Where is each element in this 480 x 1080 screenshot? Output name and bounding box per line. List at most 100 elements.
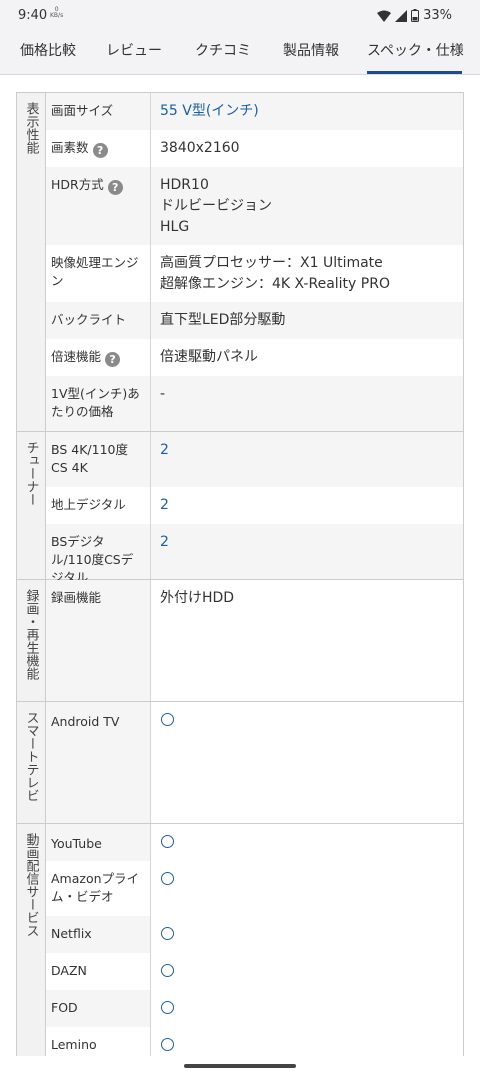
- spec-label: 1V型(インチ)あたりの価格: [46, 376, 151, 431]
- spec-row: DAZN: [46, 953, 463, 990]
- spec-row: 地上デジタル 2: [46, 487, 463, 524]
- spec-label: 地上デジタル: [46, 487, 151, 524]
- spec-value-hdr: HDR10 ドルビービジョン HLG: [151, 167, 463, 245]
- spec-value: -: [151, 376, 463, 431]
- spec-label-text: 倍速機能: [51, 349, 102, 364]
- home-gesture-bar[interactable]: [184, 1064, 296, 1068]
- spec-value-engine: 高画質プロセッサー：X1 Ultimate 超解像エンジン：4K X-Reali…: [151, 245, 463, 302]
- status-bar: 9:40 0 KB/s 33%: [0, 0, 480, 32]
- spec-row: 画面サイズ 55 V型(インチ): [46, 93, 463, 130]
- spec-row: 倍速機能? 倍速駆動パネル: [46, 339, 463, 376]
- spec-table: 表示性能 画面サイズ 55 V型(インチ) 画素数? 3840x2160 HDR…: [16, 92, 464, 1064]
- spec-label: FOD: [46, 990, 151, 1027]
- spec-value-line: HDR10: [160, 177, 209, 193]
- spec-label-hdr: HDR方式?: [46, 167, 151, 245]
- spec-group-record: 録画・再生機能 録画機能 外付けHDD: [17, 579, 463, 701]
- spec-label-text: 画素数: [51, 140, 89, 155]
- spec-value-line: 超解像エンジン：4K X-Reality PRO: [160, 276, 390, 292]
- group-label-smart-text: スマートテレビ: [23, 711, 39, 802]
- help-icon[interactable]: ?: [105, 352, 121, 367]
- spec-label: 録画機能: [46, 580, 151, 701]
- group-label-record-text: 録画・再生機能: [23, 589, 39, 680]
- group-label-streaming: 動画配信サービス: [17, 824, 46, 1064]
- spec-value-supported: [151, 916, 463, 953]
- spec-value-supported: [151, 702, 463, 823]
- spec-value-supported: [151, 824, 463, 861]
- spec-row: Amazonプライム・ビデオ: [46, 861, 463, 916]
- spec-row: 画素数? 3840x2160: [46, 130, 463, 167]
- spec-row: Android TV: [46, 702, 463, 823]
- spec-value-link[interactable]: 2: [151, 432, 463, 487]
- spec-value-screen-size[interactable]: 55 V型(インチ): [151, 93, 463, 130]
- group-label-record: 録画・再生機能: [17, 580, 46, 701]
- battery-icon: [411, 9, 420, 22]
- spec-label: Android TV: [46, 702, 151, 823]
- spec-label: バックライト: [46, 302, 151, 339]
- spec-label: BS 4K/110度CS 4K: [46, 432, 151, 487]
- spec-value-line: HLG: [160, 219, 190, 235]
- spec-row: BS 4K/110度CS 4K 2: [46, 432, 463, 487]
- spec-row: 1V型(インチ)あたりの価格 -: [46, 376, 463, 431]
- spec-value: 外付けHDD: [151, 580, 463, 701]
- group-label-display-text: 表示性能: [23, 102, 39, 154]
- tab-bar: 価格比較 レビュー クチコミ 製品情報 スペック・仕様: [0, 32, 480, 75]
- spec-value-line: 高画質プロセッサー：X1 Ultimate: [160, 255, 383, 271]
- help-icon[interactable]: ?: [107, 180, 123, 195]
- nav-bar-background: [0, 1056, 480, 1080]
- spec-group-smart: スマートテレビ Android TV: [17, 701, 463, 823]
- status-time: 9:40: [18, 8, 48, 23]
- supported-circle-icon: [161, 835, 174, 848]
- tab-price-compare[interactable]: 価格比較: [20, 32, 76, 74]
- spec-value-supported: [151, 861, 463, 916]
- spec-label: Netflix: [46, 916, 151, 953]
- network-speed-unit: KB/s: [50, 12, 64, 19]
- supported-circle-icon: [161, 1038, 174, 1051]
- spec-value-supported: [151, 953, 463, 990]
- spec-row: BSデジタル/110度CSデジタル 2: [46, 524, 463, 585]
- network-speed: 0 KB/s: [50, 7, 63, 19]
- spec-value: 3840x2160: [151, 130, 463, 167]
- spec-value: 直下型LED部分駆動: [151, 302, 463, 339]
- supported-circle-icon: [161, 713, 174, 726]
- status-icons: 33%: [377, 8, 452, 23]
- group-label-display: 表示性能: [17, 93, 46, 431]
- spec-label: 画面サイズ: [46, 93, 151, 130]
- spec-value-link[interactable]: 2: [151, 524, 463, 579]
- spec-label: 映像処理エンジン: [46, 245, 151, 302]
- help-icon[interactable]: ?: [92, 143, 108, 158]
- supported-circle-icon: [161, 872, 174, 885]
- tab-reviews[interactable]: レビュー: [106, 32, 162, 74]
- tab-specs[interactable]: スペック・仕様: [367, 32, 464, 74]
- supported-circle-icon: [161, 964, 174, 977]
- spec-row: YouTube: [46, 824, 463, 861]
- battery-percent: 33%: [423, 8, 452, 23]
- spec-group-streaming: 動画配信サービス YouTube Amazonプライム・ビデオ Netflix …: [17, 823, 463, 1064]
- spec-group-tuner: チューナー BS 4K/110度CS 4K 2 地上デジタル 2 BSデジタル/…: [17, 431, 463, 585]
- group-label-smart: スマートテレビ: [17, 702, 46, 823]
- spec-row: FOD: [46, 990, 463, 1027]
- signal-icon: [395, 9, 408, 22]
- spec-label: YouTube: [46, 824, 151, 861]
- supported-circle-icon: [161, 1001, 174, 1014]
- group-label-streaming-text: 動画配信サービス: [23, 833, 39, 937]
- spec-group-display: 表示性能 画面サイズ 55 V型(インチ) 画素数? 3840x2160 HDR…: [17, 92, 463, 431]
- spec-value-supported: [151, 990, 463, 1027]
- spec-label-text: HDR方式: [51, 177, 104, 192]
- supported-circle-icon: [161, 927, 174, 940]
- spec-row: Netflix: [46, 916, 463, 953]
- spec-row: 映像処理エンジン 高画質プロセッサー：X1 Ultimate 超解像エンジン：4…: [46, 245, 463, 302]
- spec-value-link[interactable]: 2: [151, 487, 463, 524]
- tab-product-info[interactable]: 製品情報: [283, 32, 339, 74]
- spec-label-speed: 倍速機能?: [46, 339, 151, 376]
- spec-label: DAZN: [46, 953, 151, 990]
- spec-row: バックライト 直下型LED部分駆動: [46, 302, 463, 339]
- spec-row: HDR方式? HDR10 ドルビービジョン HLG: [46, 167, 463, 245]
- tab-kuchikomi[interactable]: クチコミ: [195, 32, 251, 74]
- spec-label-pixels: 画素数?: [46, 130, 151, 167]
- spec-label: BSデジタル/110度CSデジタル: [46, 524, 151, 585]
- group-label-tuner: チューナー: [17, 432, 46, 579]
- spec-row: 録画機能 外付けHDD: [46, 580, 463, 701]
- wifi-icon: [377, 10, 392, 22]
- spec-value: 倍速駆動パネル: [151, 339, 463, 376]
- spec-value-line: ドルビービジョン: [160, 198, 272, 214]
